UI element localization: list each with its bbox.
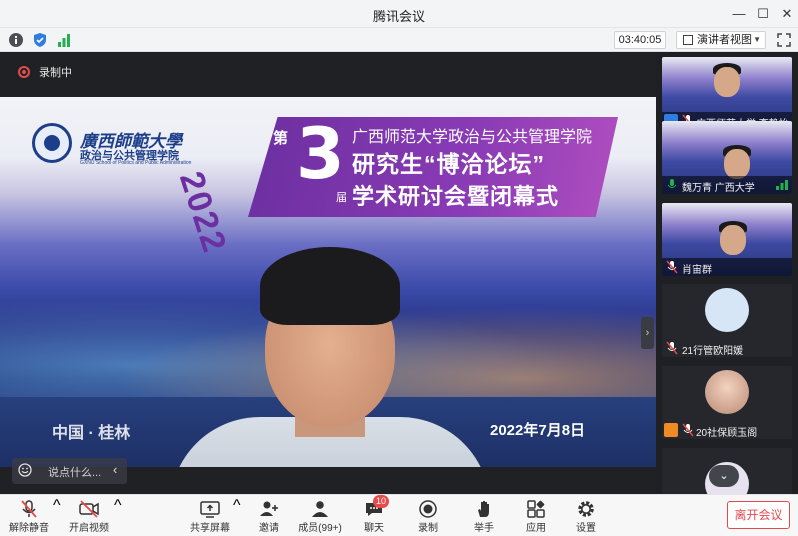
meeting-window: 腾讯会议 — ☐ ✕ 03:40:05 演讲者视图 ▼ 录制中 廣西師範大學 政… — [0, 0, 798, 536]
unmute-label: 解除静音 — [9, 523, 49, 534]
mic-active-icon — [667, 179, 677, 188]
members-button[interactable]: 成员(99+) — [296, 497, 344, 535]
window-title: 腾讯会议 — [372, 9, 425, 24]
chat-placeholder: 说点什么... — [48, 467, 102, 479]
participant-name: 20社保顾玉阁 — [696, 428, 758, 439]
participant-tile[interactable]: 21行管欧阳媛 — [662, 284, 792, 357]
participant-tile[interactable]: 20社保顾玉阁 — [662, 366, 792, 439]
chat-label: 聊天 — [364, 523, 384, 534]
chevron-down-icon: ▼ — [753, 35, 761, 44]
recording-label: 录制中 — [39, 67, 72, 79]
tile-nameplate: 魏万青 广西大学 — [662, 176, 792, 194]
bottom-toolbar: 解除静音 ^ 开启视频 ^ 共享屏幕 ^ 邀请 成员(99+) 聊天 10 录制… — [0, 494, 798, 536]
mic-muted-icon — [666, 341, 678, 355]
speaker-hair — [260, 247, 400, 325]
settings-button[interactable]: 设置 — [570, 497, 602, 535]
apps-label: 应用 — [526, 523, 546, 534]
mic-muted-icon — [682, 423, 694, 437]
invite-button[interactable]: 邀请 — [252, 497, 286, 535]
record-icon — [419, 500, 437, 518]
record-button[interactable]: 录制 — [412, 497, 444, 535]
tile-face — [724, 149, 750, 179]
raise-hand-icon — [478, 501, 489, 517]
tile-nameplate: 20社保顾玉阁 — [662, 421, 792, 439]
start-video-button[interactable]: 开启视频 — [66, 497, 112, 535]
main-stage: 录制中 廣西師範大學 政治与公共管理学院 GXNU School of Poli… — [0, 53, 656, 494]
tile-face — [714, 67, 740, 97]
settings-label: 设置 — [576, 523, 596, 534]
share-screen-icon — [200, 501, 220, 518]
info-icon[interactable] — [8, 32, 24, 48]
start-video-label: 开启视频 — [69, 523, 109, 534]
mic-muted-icon — [21, 500, 37, 518]
participant-avatar — [705, 370, 749, 414]
invite-label: 邀请 — [259, 523, 279, 534]
slide-year: 2022 — [171, 167, 234, 259]
audio-options-chevron-icon[interactable]: ^ — [53, 497, 61, 535]
fullscreen-icon[interactable] — [776, 32, 792, 48]
slide-ordinal-prefix: 第 — [273, 130, 289, 147]
tile-face — [720, 225, 746, 255]
quick-chat-input[interactable]: 说点什么... ‹ — [12, 458, 127, 484]
slide-ordinal-suffix: 届 — [336, 192, 347, 204]
share-options-chevron-icon[interactable]: ^ — [233, 497, 241, 535]
raise-hand-label: 举手 — [474, 523, 494, 534]
participant-tile[interactable]: 肖宙群 — [662, 203, 792, 276]
members-label: 成员(99+) — [298, 523, 342, 534]
record-label: 录制 — [418, 523, 438, 534]
close-button[interactable]: ✕ — [776, 4, 798, 24]
scroll-down-button[interactable]: ⌄ — [709, 465, 739, 487]
speaker-video[interactable]: 廣西師範大學 政治与公共管理学院 GXNU School of Politics… — [0, 97, 656, 467]
shield-icon[interactable] — [32, 32, 48, 48]
leave-meeting-button[interactable]: 离开会议 — [727, 501, 790, 529]
apps-button[interactable]: 应用 — [520, 497, 552, 535]
mic-muted-icon — [666, 260, 678, 274]
participant-avatar — [705, 288, 749, 332]
title-bar: 腾讯会议 — ☐ ✕ — [0, 0, 798, 28]
participant-name: 21行管欧阳媛 — [682, 346, 744, 357]
share-screen-button[interactable]: 共享屏幕 — [188, 497, 232, 535]
participant-tile[interactable]: 魏万青 广西大学 — [662, 121, 792, 194]
emoji-icon[interactable] — [18, 463, 32, 477]
participant-sidebar: 广西师范大学 李静怡 魏万青 广西大学 — [656, 53, 798, 494]
info-bar: 03:40:05 演讲者视图 ▼ — [0, 28, 798, 52]
unmute-button[interactable]: 解除静音 — [6, 497, 52, 535]
apps-icon — [527, 500, 545, 518]
slide-forum-title: 研究生“博洽论坛” — [352, 151, 545, 177]
signal-icon — [776, 180, 788, 190]
slide-institute: 广西师范大学政治与公共管理学院 — [352, 129, 593, 146]
participant-tile[interactable]: 广西师范大学 李静怡 — [662, 57, 792, 130]
video-options-chevron-icon[interactable]: ^ — [114, 497, 122, 535]
maximize-button[interactable]: ☐ — [752, 4, 774, 24]
chat-unread-badge: 10 — [373, 495, 390, 508]
camera-off-icon — [79, 500, 99, 518]
tile-nameplate: 21行管欧阳媛 — [662, 339, 792, 357]
participant-name: 魏万青 广西大学 — [682, 183, 755, 194]
record-dot-icon — [18, 66, 30, 78]
view-label: 演讲者视图 — [697, 34, 752, 46]
meeting-timer: 03:40:05 — [614, 31, 666, 49]
slide-date: 2022年7月8日 — [490, 422, 586, 439]
user-icon — [664, 423, 678, 437]
slide-school-name-en: GXNU School of Politics and Public Admin… — [80, 160, 192, 166]
minimize-button[interactable]: — — [728, 4, 750, 24]
signal-icon[interactable] — [56, 32, 72, 48]
tile-nameplate: 肖宙群 — [662, 258, 792, 276]
slide-ordinal-number: 3 — [296, 113, 345, 195]
slide-place: 中国 · 桂林 — [52, 425, 131, 442]
raise-hand-button[interactable]: 举手 — [468, 497, 500, 535]
speaker-person — [170, 247, 490, 467]
invite-user-icon — [260, 501, 278, 516]
recording-indicator: 录制中 — [18, 65, 72, 79]
speaker-view-dropdown[interactable]: 演讲者视图 ▼ — [676, 31, 766, 49]
participant-name: 肖宙群 — [682, 265, 712, 276]
share-screen-label: 共享屏幕 — [190, 523, 230, 534]
chat-collapse-icon[interactable]: ‹ — [113, 462, 117, 477]
grid-icon — [683, 35, 693, 45]
slide-closing-title: 学术研讨会暨闭幕式 — [352, 184, 560, 209]
gear-icon — [578, 501, 594, 517]
members-icon — [312, 501, 328, 517]
university-logo — [32, 123, 72, 163]
sidebar-collapse-handle[interactable]: › — [641, 317, 654, 349]
